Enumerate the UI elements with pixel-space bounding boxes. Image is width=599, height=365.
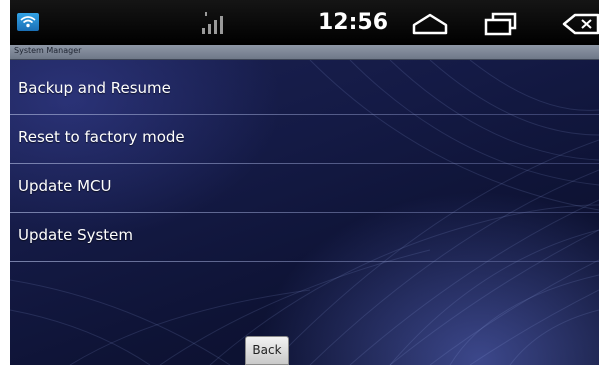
divider — [10, 261, 599, 262]
menu-item-update-mcu[interactable]: Update MCU — [10, 165, 599, 213]
menu-item-label: Reset to factory mode — [18, 128, 185, 146]
menu-item-label: Update MCU — [18, 177, 112, 195]
device-screen: 12:56 System Manager Backup and Resume R… — [10, 0, 599, 365]
menu-item-update-system[interactable]: Update System — [10, 214, 599, 262]
menu-item-label: Update System — [18, 226, 134, 244]
menu-panel: Backup and Resume Reset to factory mode … — [10, 60, 599, 365]
clock-text: 12:56 — [318, 10, 389, 35]
divider — [10, 163, 599, 164]
back-icon[interactable] — [562, 13, 599, 35]
divider — [10, 212, 599, 213]
signal-icon — [200, 12, 226, 34]
menu-item-backup-and-resume[interactable]: Backup and Resume — [10, 67, 599, 115]
menu-item-label: Backup and Resume — [18, 79, 171, 97]
back-button[interactable]: Back — [245, 336, 289, 365]
home-icon[interactable] — [412, 13, 448, 35]
status-bar: 12:56 — [10, 0, 599, 45]
title-bar: System Manager — [10, 45, 599, 60]
wifi-icon — [17, 13, 39, 31]
menu-item-reset-to-factory-mode[interactable]: Reset to factory mode — [10, 116, 599, 164]
recent-apps-icon[interactable] — [483, 12, 519, 36]
page-title: System Manager — [14, 46, 82, 55]
divider — [10, 114, 599, 115]
